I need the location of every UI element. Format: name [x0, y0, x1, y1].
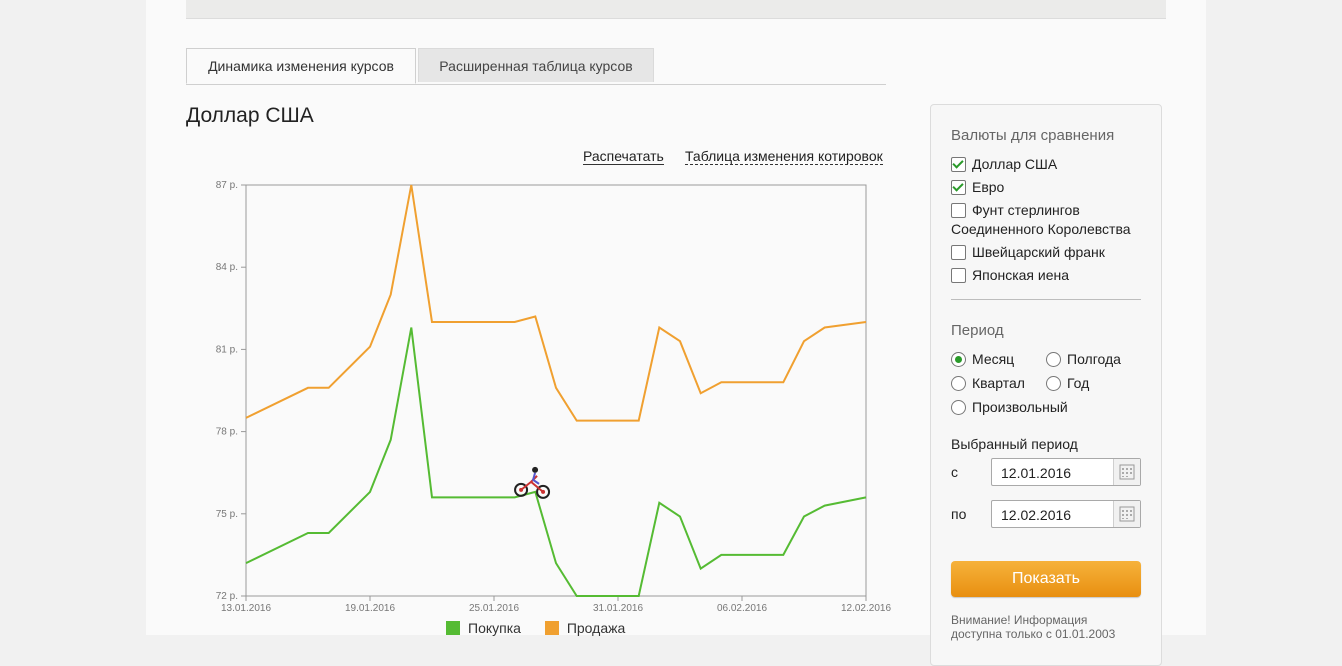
currency-chf-label: Швейцарский франк	[972, 244, 1105, 260]
x-tick-label: 13.01.2016	[221, 603, 271, 614]
period-custom[interactable]: Произвольный	[951, 398, 1068, 417]
checkbox-icon[interactable]	[951, 268, 966, 283]
y-tick-label: 87 р.	[216, 180, 238, 191]
y-tick-label: 78 р.	[216, 427, 238, 438]
availability-note: Внимание! Информация доступна только с 0…	[951, 613, 1116, 641]
period-quarter-label: Квартал	[972, 375, 1025, 391]
radio-icon[interactable]	[951, 376, 966, 391]
selected-period-title: Выбранный период	[951, 436, 1078, 452]
currency-jpy-label: Японская иена	[972, 267, 1070, 283]
x-tick-label: 06.02.2016	[717, 603, 767, 614]
to-label: по	[951, 506, 967, 522]
tab-extended-table[interactable]: Расширенная таблица курсов	[418, 48, 654, 82]
plot-area	[245, 184, 867, 597]
show-button[interactable]: Показать	[951, 561, 1141, 597]
top-bar	[186, 0, 1166, 19]
calendar-icon[interactable]	[1113, 459, 1140, 485]
checkbox-icon[interactable]	[951, 203, 966, 218]
checkbox-icon[interactable]	[951, 245, 966, 260]
radio-selected-icon[interactable]	[951, 352, 966, 367]
currency-gbp[interactable]: Фунт стерлингов Соединенного Королевства	[951, 201, 1131, 239]
currency-gbp-label: Фунт стерлингов	[972, 202, 1080, 218]
currency-eur[interactable]: Евро	[951, 178, 1004, 197]
y-tick-label: 72 р.	[216, 591, 238, 602]
date-from-value: 12.01.2016	[1001, 465, 1072, 481]
calendar-icon[interactable]	[1113, 501, 1140, 527]
y-tick-label: 75 р.	[216, 509, 238, 520]
x-tick-label: 31.01.2016	[593, 603, 643, 614]
chart-legend: Покупка Продажа	[446, 620, 645, 636]
period-halfyear-label: Полгода	[1067, 351, 1121, 367]
currency-usd[interactable]: Доллар США	[951, 155, 1057, 174]
period-custom-label: Произвольный	[972, 399, 1068, 415]
period-quarter[interactable]: Квартал	[951, 374, 1025, 393]
x-tick-label: 12.02.2016	[841, 603, 891, 614]
tabs-bar: Динамика изменения курсов Расширенная та…	[186, 48, 886, 85]
currency-usd-label: Доллар США	[972, 156, 1058, 172]
currency-gbp-label-line2: Соединенного Королевства	[951, 221, 1131, 237]
radio-icon[interactable]	[951, 400, 966, 415]
rate-chart: 87 р. 84 р. 81 р. 78 р. 75 р. 72 р.13.01.2016…	[216, 180, 892, 614]
radio-icon[interactable]	[1046, 352, 1061, 367]
legend-buy-label: Покупка	[468, 620, 521, 636]
currency-chf[interactable]: Швейцарский франк	[951, 243, 1105, 262]
x-tick-label: 19.01.2016	[345, 603, 395, 614]
currency-jpy[interactable]: Японская иена	[951, 266, 1069, 285]
legend-sell-label: Продажа	[566, 620, 626, 636]
quotes-table-link[interactable]: Таблица изменения котировок	[685, 148, 883, 165]
from-label: с	[951, 464, 958, 480]
date-to-value: 12.02.2016	[1001, 507, 1072, 523]
panel-divider	[951, 299, 1141, 300]
period-halfyear[interactable]: Полгода	[1046, 350, 1121, 369]
legend-buy: Покупка	[446, 620, 521, 636]
period-title: Период	[951, 322, 1004, 339]
checkbox-checked-icon[interactable]	[951, 180, 966, 195]
checkbox-checked-icon[interactable]	[951, 157, 966, 172]
currencies-title: Валюты для сравнения	[951, 127, 1115, 144]
date-to-field[interactable]: 12.02.2016	[991, 500, 1141, 528]
legend-sell-swatch	[544, 621, 559, 635]
tab-dynamics[interactable]: Динамика изменения курсов	[186, 48, 416, 84]
date-from-field[interactable]: 12.01.2016	[991, 458, 1141, 486]
print-link[interactable]: Распечатать	[583, 148, 664, 165]
period-month[interactable]: Месяц	[951, 350, 1014, 369]
page-title: Доллар США	[186, 104, 314, 127]
period-year[interactable]: Год	[1046, 374, 1089, 393]
x-tick-label: 25.01.2016	[469, 603, 519, 614]
legend-sell: Продажа	[544, 620, 626, 636]
page-container: Динамика изменения курсов Расширенная та…	[146, 0, 1206, 666]
settings-panel: Валюты для сравнения Доллар США Евро Фун…	[930, 104, 1162, 666]
legend-buy-swatch	[446, 621, 460, 635]
y-tick-label: 81 р.	[216, 344, 238, 355]
currency-eur-label: Евро	[972, 179, 1005, 195]
y-tick-label: 84 р.	[216, 262, 238, 273]
period-month-label: Месяц	[972, 351, 1015, 367]
radio-icon[interactable]	[1046, 376, 1061, 391]
period-year-label: Год	[1067, 375, 1090, 391]
